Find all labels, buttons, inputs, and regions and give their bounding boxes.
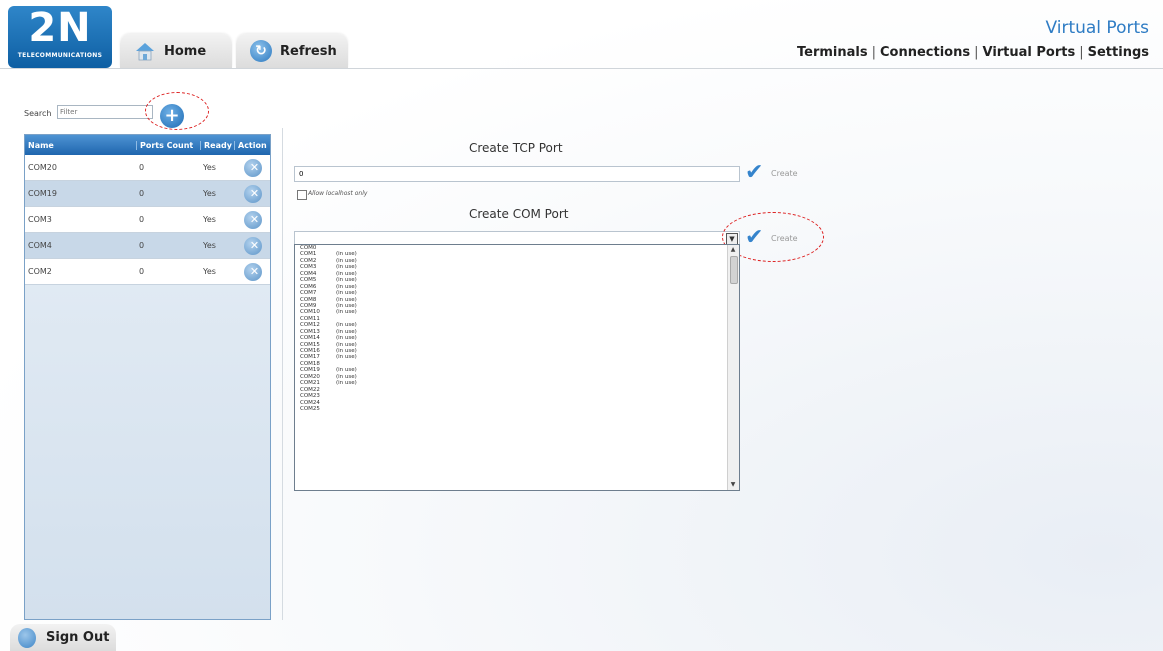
col-name[interactable]: Name <box>25 141 136 150</box>
virtual-ports-table: Name Ports Count Ready Action COM20 0 Ye… <box>24 134 271 620</box>
cell-name: COM3 <box>28 215 52 224</box>
nav-separator: | <box>871 45 876 60</box>
refresh-label: Refresh <box>280 43 337 59</box>
localhost-checkbox[interactable] <box>297 190 307 200</box>
scroll-down-icon[interactable]: ▼ <box>729 481 737 489</box>
com-section-title: Create COM Port <box>469 207 569 221</box>
table-row[interactable]: COM2 0 Yes ✕ <box>25 259 270 285</box>
cell-name: COM4 <box>28 241 52 250</box>
home-icon <box>134 40 156 62</box>
cell-ready: Yes <box>203 163 216 172</box>
logo-mark: 2N <box>28 5 92 51</box>
com-port-status: (in use) <box>336 354 357 361</box>
cell-action: ✕ <box>234 262 270 281</box>
scroll-up-icon[interactable]: ▲ <box>729 246 737 254</box>
nav-separator: | <box>974 45 979 60</box>
com-port-status: (in use) <box>336 309 357 316</box>
page-title: Virtual Ports <box>1045 18 1149 38</box>
cell-action: ✕ <box>234 184 270 203</box>
nav-settings[interactable]: Settings <box>1088 45 1149 60</box>
delete-icon[interactable]: ✕ <box>244 210 262 229</box>
panel-divider <box>282 128 283 620</box>
tcp-create-button[interactable]: ✔ Create <box>745 160 798 185</box>
cell-name: COM2 <box>28 267 52 276</box>
cell-ready: Yes <box>203 215 216 224</box>
cell-name: COM20 <box>28 163 57 172</box>
table-row[interactable]: COM19 0 Yes ✕ <box>25 181 270 207</box>
com-port-options: COM0 COM1 (in use) COM2 (in use) COM3 (in use)… <box>295 245 739 412</box>
com-port-dropdown-list[interactable]: COM0 COM1 (in use) COM2 (in use) COM3 (in use)… <box>294 244 740 491</box>
list-item[interactable]: COM25 <box>295 406 739 412</box>
col-ports-count[interactable]: Ports Count <box>136 140 200 150</box>
com-port-select[interactable]: ▼ <box>294 231 740 245</box>
nav-separator: | <box>1079 45 1084 60</box>
home-label: Home <box>164 43 207 59</box>
top-nav: Terminals | Connections | Virtual Ports | Sett… <box>797 45 1149 60</box>
delete-icon[interactable]: ✕ <box>244 184 262 203</box>
home-button[interactable]: Home <box>120 34 232 68</box>
com-port-status: (in use) <box>336 380 357 387</box>
logo-tagline: TELECOMMUNICATIONS <box>17 52 103 59</box>
cell-action: ✕ <box>234 158 270 177</box>
com-port-name: COM25 <box>300 405 320 412</box>
search-label: Search <box>24 109 52 118</box>
cell-ports-count: 0 <box>139 189 145 198</box>
cell-name: COM19 <box>28 189 57 198</box>
delete-icon[interactable]: ✕ <box>244 158 262 177</box>
cell-ready: Yes <box>203 241 216 250</box>
localhost-label: Allow localhost only <box>308 190 368 197</box>
cell-ports-count: 0 <box>139 163 145 172</box>
cell-ready: Yes <box>203 267 216 276</box>
nav-connections[interactable]: Connections <box>880 45 970 60</box>
sign-out-button[interactable]: Sign Out <box>10 624 116 651</box>
cell-ports-count: 0 <box>139 215 145 224</box>
tcp-section-title: Create TCP Port <box>469 141 563 155</box>
refresh-icon: ↻ <box>250 40 272 62</box>
scrollbar-thumb[interactable] <box>730 256 738 284</box>
cell-action: ✕ <box>234 210 270 229</box>
table-header: Name Ports Count Ready Action <box>25 135 270 155</box>
header-divider <box>0 68 1163 69</box>
col-action[interactable]: Action <box>234 140 270 150</box>
table-row[interactable]: COM3 0 Yes ✕ <box>25 207 270 233</box>
delete-icon[interactable]: ✕ <box>244 262 262 281</box>
nav-terminals[interactable]: Terminals <box>797 45 868 60</box>
table-row[interactable]: COM20 0 Yes ✕ <box>25 155 270 181</box>
cell-ports-count: 0 <box>139 267 145 276</box>
delete-icon[interactable]: ✕ <box>244 236 262 255</box>
cell-ready: Yes <box>203 189 216 198</box>
nav-virtual-ports[interactable]: Virtual Ports <box>982 45 1075 60</box>
brand-logo: 2N TELECOMMUNICATIONS <box>8 6 112 68</box>
scrollbar[interactable]: ▲ ▼ <box>727 245 739 490</box>
search-input[interactable] <box>57 105 153 119</box>
checkmark-icon: ✔ <box>745 160 764 185</box>
col-ready[interactable]: Ready <box>200 140 234 150</box>
cell-action: ✕ <box>234 236 270 255</box>
tcp-port-input[interactable] <box>294 166 740 182</box>
cell-ports-count: 0 <box>139 241 145 250</box>
highlight-ellipse-add <box>145 92 209 130</box>
user-icon <box>18 627 36 648</box>
sign-out-label: Sign Out <box>46 630 110 645</box>
tcp-create-label: Create <box>771 168 798 178</box>
table-row[interactable]: COM4 0 Yes ✕ <box>25 233 270 259</box>
refresh-button[interactable]: ↻ Refresh <box>236 34 348 68</box>
